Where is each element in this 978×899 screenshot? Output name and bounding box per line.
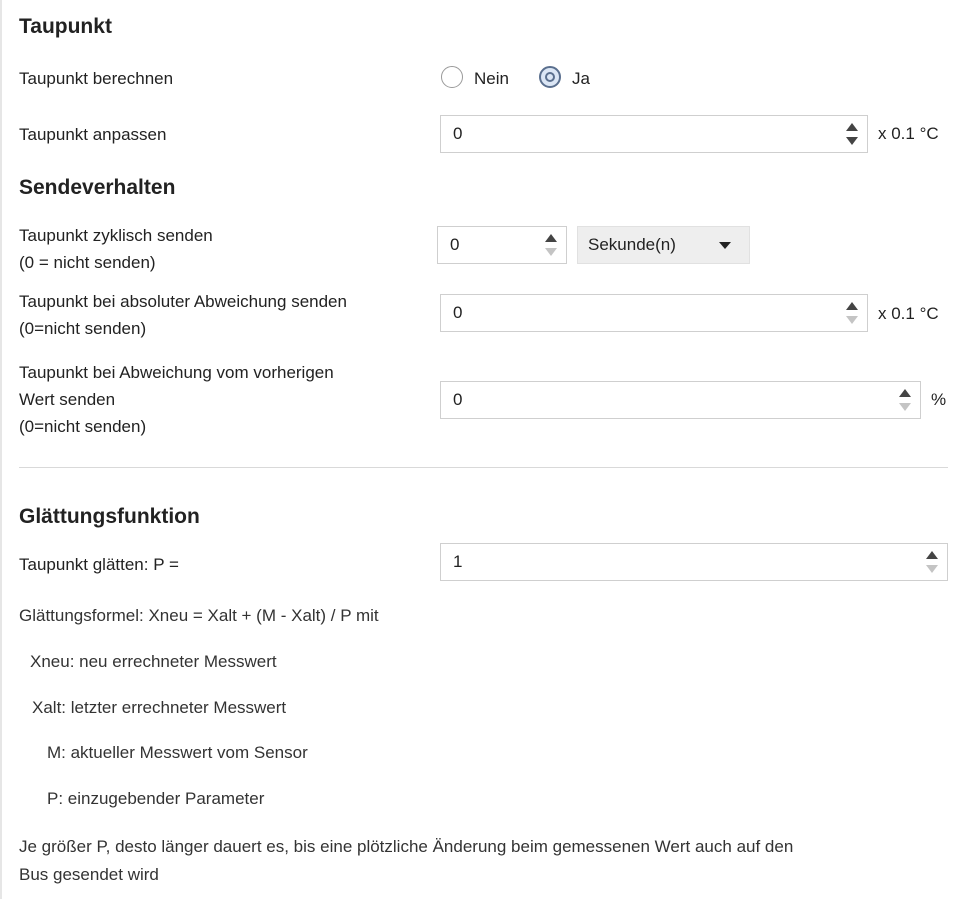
spin-down-icon[interactable] bbox=[846, 316, 858, 324]
section-heading-taupunkt: Taupunkt bbox=[19, 15, 112, 38]
taupunkt-anpassen-input[interactable]: 0 bbox=[440, 115, 868, 153]
label-zyklisch-senden: Taupunkt zyklisch senden (0 = nicht send… bbox=[19, 222, 213, 276]
spin-down-icon[interactable] bbox=[846, 137, 858, 145]
radio-nein[interactable] bbox=[441, 66, 463, 88]
time-unit-select[interactable]: Sekunde(n) bbox=[577, 226, 750, 264]
label-taupunkt-anpassen: Taupunkt anpassen bbox=[19, 125, 167, 144]
label-line: Wert senden bbox=[19, 390, 116, 409]
unit-label: x 0.1 °C bbox=[878, 304, 939, 323]
spin-up-icon[interactable] bbox=[926, 551, 938, 559]
section-divider bbox=[19, 467, 948, 468]
label-taupunkt-glaetten: Taupunkt glätten: P = bbox=[19, 555, 179, 574]
input-value: 0 bbox=[453, 390, 463, 409]
legend-m: M: aktueller Messwert vom Sensor bbox=[47, 743, 308, 762]
label-vorherige-abweichung: Taupunkt bei Abweichung vom vorherigen W… bbox=[19, 359, 334, 440]
label-taupunkt-berechnen: Taupunkt berechnen bbox=[19, 69, 174, 88]
spin-up-icon[interactable] bbox=[899, 389, 911, 397]
label-line: Taupunkt bei Abweichung vom vorherigen bbox=[19, 363, 334, 382]
label-line: (0=nicht senden) bbox=[19, 319, 147, 338]
note-line: Je größer P, desto länger dauert es, bis… bbox=[19, 837, 794, 856]
section-heading-glaettung: Glättungsfunktion bbox=[19, 505, 200, 528]
vorherige-abweichung-input[interactable]: 0 bbox=[440, 381, 921, 419]
spin-down-icon[interactable] bbox=[899, 403, 911, 411]
spinner[interactable] bbox=[925, 548, 939, 576]
select-value: Sekunde(n) bbox=[588, 235, 676, 254]
label-absolute-abweichung: Taupunkt bei absoluter Abweichung senden… bbox=[19, 288, 347, 342]
spinner[interactable] bbox=[544, 231, 558, 259]
absolute-abweichung-input[interactable]: 0 bbox=[440, 294, 868, 332]
label-line: Taupunkt zyklisch senden bbox=[19, 226, 213, 245]
input-value: 0 bbox=[450, 235, 460, 254]
spin-up-icon[interactable] bbox=[846, 123, 858, 131]
label-line: (0 = nicht senden) bbox=[19, 253, 156, 272]
zyklisch-senden-input[interactable]: 0 bbox=[437, 226, 567, 264]
legend-xneu: Xneu: neu errechneter Messwert bbox=[30, 652, 277, 671]
glaetten-p-input[interactable]: 1 bbox=[440, 543, 948, 581]
left-border bbox=[0, 0, 2, 899]
radio-ja-label[interactable]: Ja bbox=[572, 65, 590, 92]
unit-label: x 0.1 °C bbox=[878, 124, 939, 143]
chevron-down-icon bbox=[719, 242, 731, 249]
spinner[interactable] bbox=[898, 386, 912, 414]
spin-up-icon[interactable] bbox=[545, 234, 557, 242]
input-value: 0 bbox=[453, 124, 463, 143]
spin-down-icon[interactable] bbox=[545, 248, 557, 256]
label-line: (0=nicht senden) bbox=[19, 417, 147, 436]
radio-ja[interactable] bbox=[539, 66, 561, 88]
spin-down-icon[interactable] bbox=[926, 565, 938, 573]
spin-up-icon[interactable] bbox=[846, 302, 858, 310]
input-value: 1 bbox=[453, 552, 463, 571]
legend-p: P: einzugebender Parameter bbox=[47, 789, 265, 808]
label-line: Taupunkt bei absoluter Abweichung senden bbox=[19, 292, 347, 311]
unit-label: % bbox=[931, 390, 947, 409]
formula-text: Glättungsformel: Xneu = Xalt + (M - Xalt… bbox=[19, 606, 379, 625]
radio-nein-label[interactable]: Nein bbox=[474, 65, 509, 92]
input-value: 0 bbox=[453, 303, 463, 322]
note-line: Bus gesendet wird bbox=[19, 865, 159, 884]
spinner[interactable] bbox=[845, 120, 859, 148]
section-heading-sendeverhalten: Sendeverhalten bbox=[19, 176, 176, 199]
legend-xalt: Xalt: letzter errechneter Messwert bbox=[32, 698, 287, 717]
spinner[interactable] bbox=[845, 299, 859, 327]
note-text: Je größer P, desto länger dauert es, bis… bbox=[19, 833, 793, 889]
